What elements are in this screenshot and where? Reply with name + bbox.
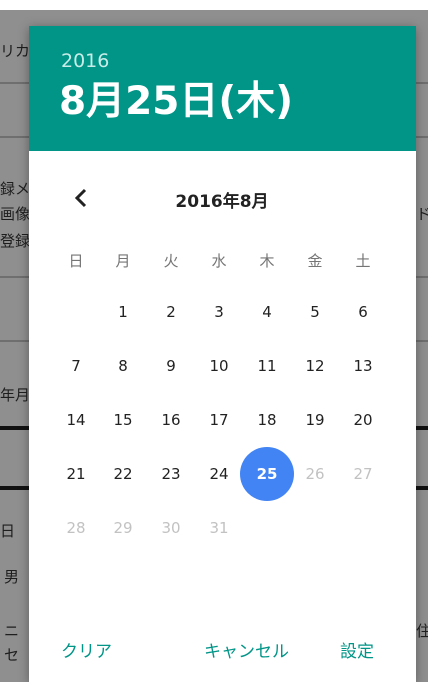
weekday-header: 日 月 火 水 木 金 土: [56, 250, 389, 274]
calendar-day[interactable]: 11: [240, 339, 294, 393]
calendar-day[interactable]: 19: [288, 393, 342, 447]
background-text: ニ: [4, 622, 20, 640]
date-picker-header: 2016 8月25日(木): [29, 26, 416, 151]
calendar-day[interactable]: 10: [192, 339, 246, 393]
header-selected-date[interactable]: 8月25日(木): [59, 78, 293, 126]
calendar-day[interactable]: 9: [144, 339, 198, 393]
set-button[interactable]: 設定: [340, 637, 374, 662]
calendar-day[interactable]: 15: [96, 393, 150, 447]
calendar-day: 30: [161, 519, 181, 537]
weekday-label: 木: [259, 252, 275, 270]
calendar-day[interactable]: 3: [192, 285, 246, 339]
calendar-day[interactable]: 22: [96, 447, 150, 501]
previous-month-button[interactable]: [67, 184, 95, 212]
background-text: セ: [4, 646, 20, 664]
calendar-day[interactable]: 4: [240, 285, 294, 339]
background-text: 登録: [0, 232, 30, 250]
calendar-day: 29: [113, 519, 133, 537]
calendar-day[interactable]: 17: [192, 393, 246, 447]
calendar-day[interactable]: 21: [49, 447, 103, 501]
calendar-day[interactable]: 6: [336, 285, 390, 339]
calendar-day[interactable]: 24: [192, 447, 246, 501]
background-text: 住: [416, 622, 428, 640]
calendar-day[interactable]: 12: [288, 339, 342, 393]
background-text: 画像: [0, 205, 30, 223]
header-year[interactable]: 2016: [61, 50, 109, 72]
chevron-left-icon: [74, 188, 87, 208]
calendar-day[interactable]: 16: [144, 393, 198, 447]
calendar-day[interactable]: 2: [144, 285, 198, 339]
clear-button[interactable]: クリア: [61, 637, 112, 662]
cancel-button[interactable]: キャンセル: [204, 637, 289, 662]
background-text: リカ: [0, 42, 30, 60]
weekday-label: 火: [163, 252, 179, 270]
background-text: 録メ: [0, 180, 30, 198]
calendar-day[interactable]: 1: [96, 285, 150, 339]
calendar-day[interactable]: 14: [49, 393, 103, 447]
weekday-label: 土: [355, 252, 371, 270]
calendar-day[interactable]: 20: [336, 393, 390, 447]
calendar-day[interactable]: 13: [336, 339, 390, 393]
background-text: 男: [4, 568, 20, 586]
background-text: ド: [416, 205, 428, 223]
calendar-day[interactable]: 18: [240, 393, 294, 447]
month-title: 2016年8月: [175, 192, 269, 212]
weekday-label: 日: [68, 252, 84, 270]
calendar-day: 27: [353, 465, 373, 483]
calendar-day: 26: [305, 465, 325, 483]
calendar-day[interactable]: 5: [288, 285, 342, 339]
calendar-day[interactable]: 7: [49, 339, 103, 393]
weekday-label: 金: [307, 252, 323, 270]
weekday-label: 水: [211, 252, 227, 270]
calendar-day-selected[interactable]: 25: [240, 447, 294, 501]
status-strip: [0, 0, 428, 10]
background-text: 年月: [0, 386, 30, 404]
calendar-day[interactable]: 23: [144, 447, 198, 501]
calendar-day: 28: [66, 519, 86, 537]
calendar-day: 31: [209, 519, 229, 537]
weekday-label: 月: [115, 252, 131, 270]
date-picker-dialog: 2016 8月25日(木) 2016年8月 日 月 火 水 木 金 土 1234…: [29, 26, 416, 682]
calendar-day[interactable]: 8: [96, 339, 150, 393]
background-text: 日: [0, 522, 16, 540]
